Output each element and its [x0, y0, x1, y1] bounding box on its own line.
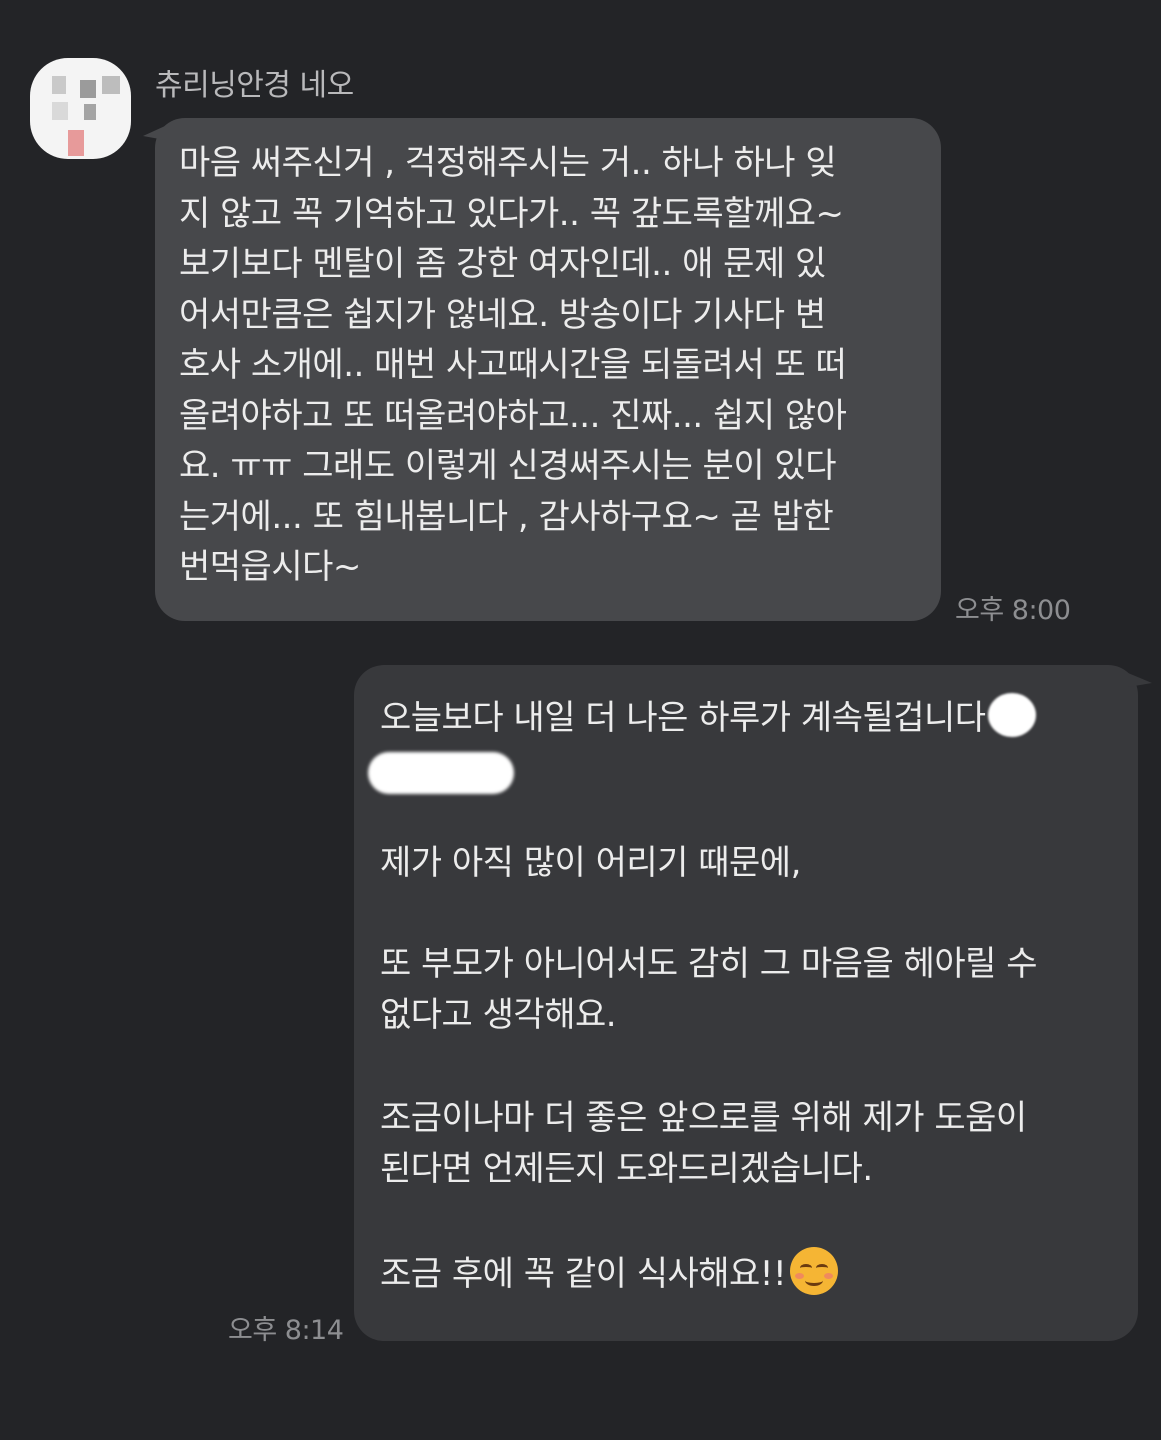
pixelated-avatar-blur [52, 76, 66, 94]
redacted-emoji-blur [987, 693, 1036, 737]
redacted-text-blur [368, 752, 514, 794]
message-line: 지 않고 꼭 기억하고 있다가.. 꼭 갚도록할께요~ [179, 193, 844, 234]
message-text: 조금 후에 꼭 같이 식사해요!! [380, 1254, 787, 1294]
pixelated-avatar-blur [80, 80, 96, 98]
message-text: 오늘보다 내일 더 나은 하루가 계속될겁니다 [380, 698, 986, 738]
message-line: 마음 써주신거 , 걱정해주시는 거.. 하나 하나 잊 [179, 143, 837, 183]
pixelated-avatar-blur [84, 104, 96, 120]
pixelated-avatar-blur [102, 76, 120, 94]
pixelated-avatar-blur [52, 102, 68, 120]
message-line: 또 부모가 아니어서도 감히 그 마음을 헤아릴 수 [380, 944, 1037, 984]
avatar[interactable] [30, 58, 131, 159]
outgoing-timestamp: 오후 8:14 [228, 1315, 344, 1346]
message-line: 호사 소개에.. 매번 사고때시간을 되돌려서 또 떠 [179, 345, 847, 385]
message-line: 는거에... 또 힘내봅니다 , 감사하구요~ 곧 밥한 [179, 496, 834, 537]
message-line: 없다고 생각해요. [380, 995, 617, 1035]
message-line: 제가 아직 많이 어리기 때문에, [380, 843, 801, 883]
message-line: 요. ㅠㅠ 그래도 이렇게 신경써주시는 분이 있다 [179, 446, 836, 486]
incoming-timestamp: 오후 8:00 [955, 595, 1071, 626]
message-line: 보기보다 멘탈이 좀 강한 여자인데.. 애 문제 있 [179, 244, 826, 284]
message-line: 조금이나마 더 좋은 앞으로를 위해 제가 도움이 [380, 1098, 1027, 1138]
message-line: 번먹읍시다~ [179, 547, 361, 587]
message-line: 된다면 언제든지 도와드리겠습니다. [380, 1149, 873, 1189]
incoming-message-bubble[interactable]: 마음 써주신거 , 걱정해주시는 거.. 하나 하나 잊 지 않고 꼭 기억하고… [143, 118, 941, 621]
pixelated-avatar-blur [68, 130, 84, 156]
message-line: 오늘보다 내일 더 나은 하루가 계속될겁니다 [380, 693, 1114, 744]
message-line: 올려야하고 또 떠올려야하고... 진짜... 쉽지 않아 [179, 395, 847, 436]
relieved-smiling-face-icon [790, 1247, 839, 1295]
message-line: 어서만큼은 쉽지가 않네요. 방송이다 기사다 변 [179, 294, 826, 335]
message-line: 조금 후에 꼭 같이 식사해요!! [380, 1247, 1114, 1300]
sender-name: 츄리닝안경 네오 [155, 68, 354, 103]
outgoing-message-bubble[interactable]: 오늘보다 내일 더 나은 하루가 계속될겁니다 제가 아직 많이 어리기 때문에… [354, 665, 1152, 1341]
